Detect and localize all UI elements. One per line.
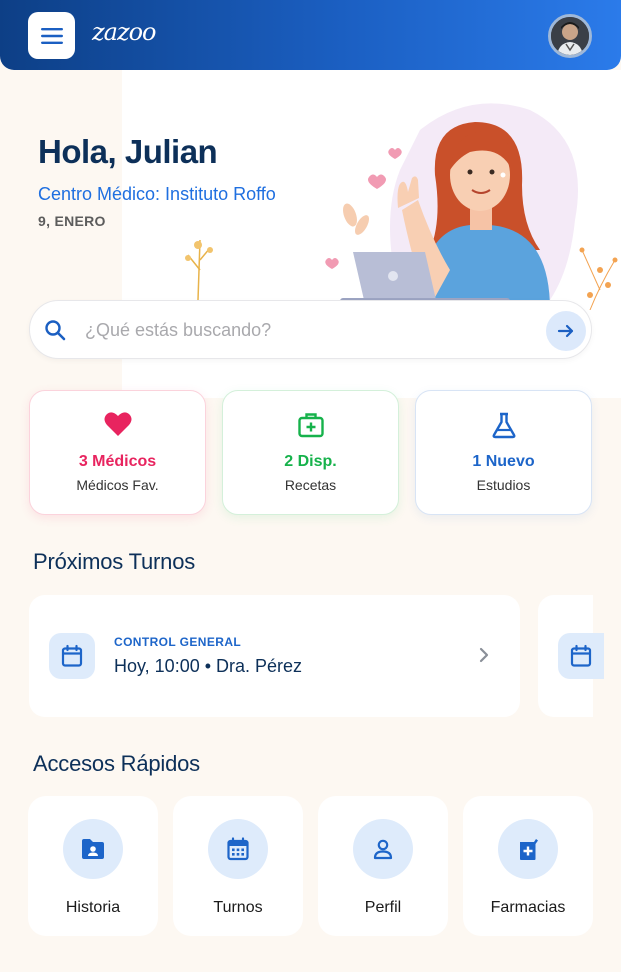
appointment-card-next[interactable] bbox=[538, 595, 604, 717]
greeting-title: Hola, Julian bbox=[38, 133, 218, 170]
flask-icon bbox=[492, 412, 515, 439]
studies-card[interactable]: 1 Nuevo Estudios bbox=[415, 390, 592, 515]
prescriptions-count: 2 Disp. bbox=[284, 453, 337, 470]
quick-access-title: Accesos Rápidos bbox=[33, 751, 200, 776]
appointment-summary: Hoy, 10:00 • Dra. Pérez bbox=[114, 656, 303, 676]
user-avatar[interactable] bbox=[548, 14, 592, 58]
chevron-right-icon bbox=[479, 647, 489, 663]
pharmacy-icon bbox=[520, 839, 538, 860]
medical-center-label: Centro Médico: Instituto Roffo bbox=[38, 184, 276, 204]
upcoming-appointments-title: Próximos Turnos bbox=[33, 549, 196, 574]
doctor-illustration bbox=[185, 103, 618, 310]
quick-access-label: Turnos bbox=[213, 899, 263, 916]
quick-access-label: Perfil bbox=[364, 899, 402, 916]
prescriptions-label: Recetas bbox=[284, 477, 337, 493]
studies-label: Estudios bbox=[476, 477, 531, 493]
date-label: 9, ENERO bbox=[38, 213, 106, 229]
favorite-doctors-count: 3 Médicos bbox=[78, 453, 157, 470]
search-icon bbox=[45, 320, 66, 341]
quick-access-label: Historia bbox=[65, 899, 121, 916]
menu-button[interactable] bbox=[28, 12, 75, 59]
search-submit-button[interactable] bbox=[546, 311, 586, 351]
calendar-icon bbox=[570, 644, 592, 667]
quick-access-icon-circle bbox=[208, 819, 268, 879]
app-logo: zazoo bbox=[92, 18, 156, 46]
quick-access-icon-circle bbox=[63, 819, 123, 879]
arrow-right-icon bbox=[557, 324, 574, 338]
quick-access-perfil[interactable]: Perfil bbox=[318, 796, 448, 936]
quick-access-farmacias[interactable]: Farmacias bbox=[463, 796, 593, 936]
prescriptions-card[interactable]: 2 Disp. Recetas bbox=[222, 390, 399, 515]
heart-icon bbox=[104, 412, 131, 436]
favorite-doctors-card[interactable]: 3 Médicos Médicos Fav. bbox=[29, 390, 206, 515]
person-icon bbox=[373, 839, 393, 860]
hamburger-menu-icon bbox=[40, 27, 63, 44]
appointment-card[interactable]: CONTROL GENERAL Hoy, 10:00 • Dra. Pérez bbox=[29, 595, 520, 717]
quick-access-icon-circle bbox=[353, 819, 413, 879]
quick-access-historia[interactable]: Historia bbox=[28, 796, 158, 936]
calendar-grid-icon bbox=[227, 837, 249, 861]
search-input[interactable]: ¿Qué estás buscando? bbox=[85, 320, 271, 341]
studies-count: 1 Nuevo bbox=[472, 453, 535, 470]
search-bar[interactable]: ¿Qué estás buscando? bbox=[29, 300, 592, 359]
appointment-icon-box bbox=[558, 633, 604, 679]
quick-access-icon-circle bbox=[498, 819, 558, 879]
medkit-icon bbox=[297, 413, 324, 438]
folder-user-icon bbox=[82, 839, 104, 859]
quick-access-turnos[interactable]: Turnos bbox=[173, 796, 303, 936]
appointment-category: CONTROL GENERAL bbox=[114, 635, 242, 649]
favorite-doctors-label: Médicos Fav. bbox=[76, 477, 159, 493]
quick-access-label: Farmacias bbox=[490, 899, 566, 916]
app-header: zazoo bbox=[0, 0, 621, 70]
appointment-icon-box bbox=[49, 633, 95, 679]
calendar-icon bbox=[61, 644, 83, 667]
